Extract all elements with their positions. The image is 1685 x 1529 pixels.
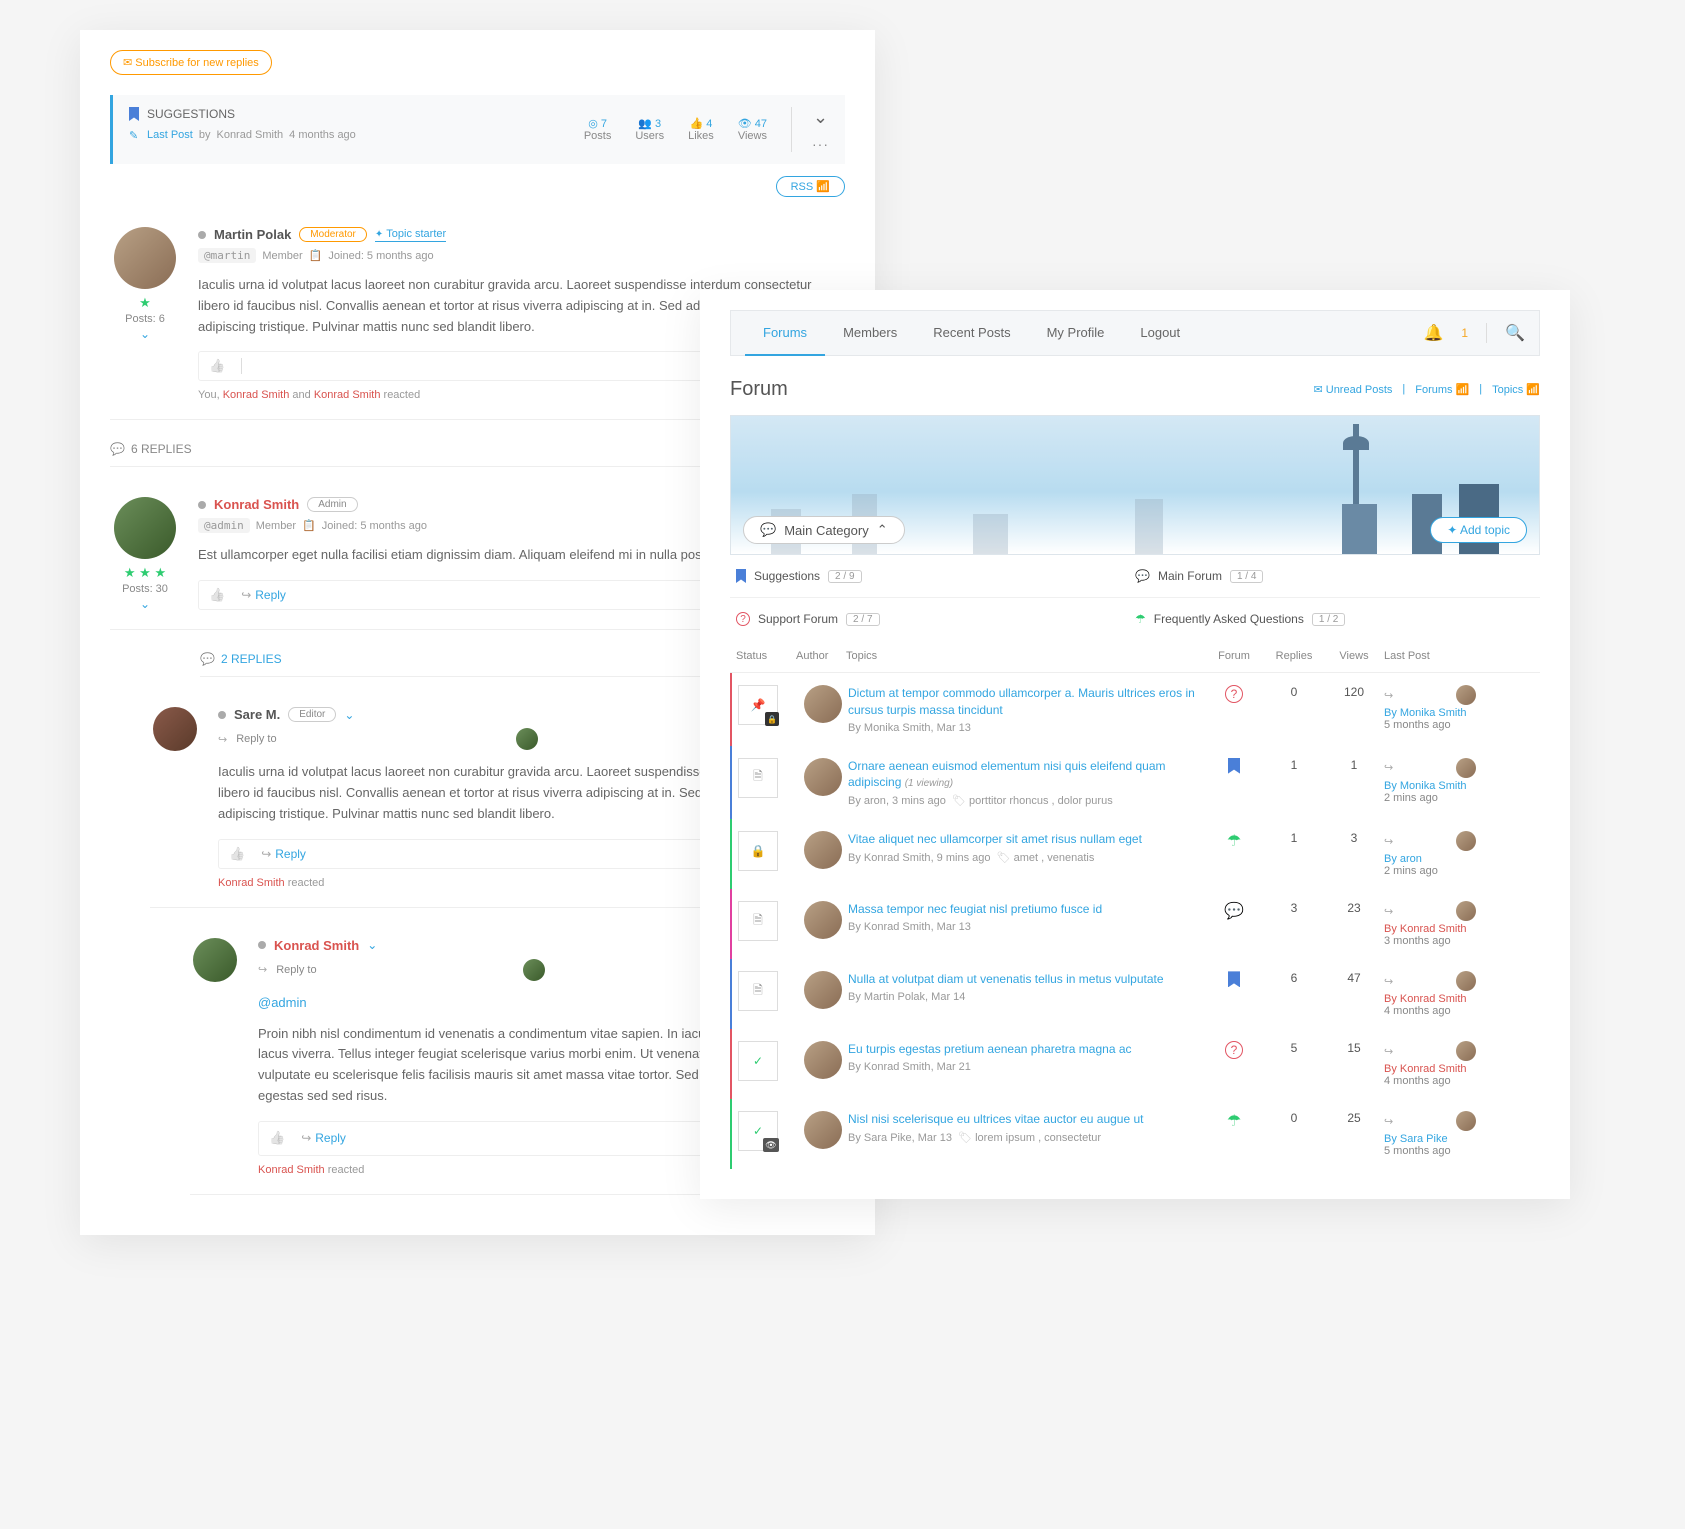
avatar[interactable] bbox=[114, 227, 176, 289]
page-title: Forum bbox=[730, 378, 788, 401]
author-name[interactable]: Martin Polak bbox=[214, 227, 291, 242]
topic-link[interactable]: Nulla at volutpat diam ut venenatis tell… bbox=[848, 971, 1204, 988]
forum-icon[interactable]: ? bbox=[1204, 685, 1264, 703]
topic-header: SUGGESTIONS Last Post by Konrad Smith 4 … bbox=[110, 95, 845, 164]
status-icon: ✓👁 bbox=[738, 1111, 778, 1151]
nav-tab-forums[interactable]: Forums bbox=[745, 311, 825, 356]
avatar[interactable] bbox=[804, 1041, 842, 1079]
status-icon: 📌🔒 bbox=[738, 685, 778, 725]
category-banner: 💬 Main Category ⌃ ✦ Add topic bbox=[730, 415, 1540, 555]
topic-row[interactable]: ✓ Eu turpis egestas pretium aenean pharet… bbox=[730, 1029, 1540, 1099]
rss-button[interactable]: RSS 📶 bbox=[776, 176, 845, 197]
status-icon: ✓ bbox=[738, 1041, 778, 1081]
forum-icon[interactable] bbox=[1204, 758, 1264, 777]
nav-bar: ForumsMembersRecent PostsMy ProfileLogou… bbox=[730, 310, 1540, 356]
forum-icon[interactable] bbox=[1204, 971, 1264, 990]
avatar[interactable] bbox=[114, 497, 176, 559]
last-post[interactable]: By Sara Pike5 months ago bbox=[1384, 1111, 1534, 1157]
avatar[interactable] bbox=[804, 758, 842, 796]
nav-tab-members[interactable]: Members bbox=[825, 311, 915, 356]
status-icon: 🗎 bbox=[738, 901, 778, 941]
status-icon: 🔒 bbox=[738, 831, 778, 871]
topic-link[interactable]: Ornare aenean euismod elementum nisi qui… bbox=[848, 758, 1204, 792]
avatar[interactable] bbox=[153, 707, 197, 751]
topic-row[interactable]: 🗎 Nulla at volutpat diam ut venenatis tel… bbox=[730, 959, 1540, 1029]
bookmark-icon bbox=[129, 107, 139, 121]
topic-link[interactable]: Massa tempor nec feugiat nisl pretiumo f… bbox=[848, 901, 1204, 918]
topic-row[interactable]: 🗎 Ornare aenean euismod elementum nisi qu… bbox=[730, 746, 1540, 820]
avatar[interactable] bbox=[804, 831, 842, 869]
like-button[interactable] bbox=[269, 1130, 285, 1146]
topic-link[interactable]: Eu turpis egestas pretium aenean pharetr… bbox=[848, 1041, 1204, 1058]
like-button[interactable] bbox=[209, 587, 225, 603]
avatar[interactable] bbox=[804, 1111, 842, 1149]
topic-title: SUGGESTIONS bbox=[147, 107, 235, 121]
like-button[interactable] bbox=[229, 846, 245, 862]
status-icon: 🗎 bbox=[738, 971, 778, 1011]
avatar[interactable] bbox=[193, 938, 237, 982]
reply-button[interactable]: Reply bbox=[261, 847, 306, 861]
topics-table-header: Status Author Topics Forum Replies Views… bbox=[730, 640, 1540, 673]
nav-tab-my-profile[interactable]: My Profile bbox=[1029, 311, 1123, 356]
category-link[interactable]: ? Support Forum 2 / 7 bbox=[736, 612, 1135, 626]
subscribe-button[interactable]: ✉ Subscribe for new replies bbox=[110, 50, 272, 75]
forum-icon[interactable]: ☂ bbox=[1204, 831, 1264, 851]
reply-button[interactable]: Reply bbox=[241, 588, 286, 602]
topic-link[interactable]: Vitae aliquet nec ullamcorper sit amet r… bbox=[848, 831, 1204, 848]
avatar[interactable] bbox=[804, 971, 842, 1009]
category-link[interactable]: Suggestions 2 / 9 bbox=[736, 569, 1135, 583]
nav-tab-logout[interactable]: Logout bbox=[1122, 311, 1198, 356]
category-selector[interactable]: 💬 Main Category ⌃ bbox=[743, 516, 905, 544]
category-link[interactable]: ☂ Frequently Asked Questions 1 / 2 bbox=[1135, 612, 1534, 626]
like-button[interactable] bbox=[209, 358, 225, 374]
topic-link[interactable]: Dictum at tempor commodo ullamcorper a. … bbox=[848, 685, 1204, 719]
status-icon: 🗎 bbox=[738, 758, 778, 798]
topic-row[interactable]: ✓👁 Nisl nisi scelerisque eu ultrices vita… bbox=[730, 1099, 1540, 1169]
avatar[interactable] bbox=[804, 685, 842, 723]
last-post[interactable]: By Monika Smith5 months ago bbox=[1384, 685, 1534, 731]
topic-stats: ◎ 7Posts 👥 3Users 👍 4Likes 👁 47Views bbox=[584, 107, 829, 152]
author-name[interactable]: Konrad Smith bbox=[214, 497, 299, 512]
notification-bell-icon[interactable]: 🔔 bbox=[1423, 323, 1443, 343]
last-post[interactable]: By aron2 mins ago bbox=[1384, 831, 1534, 877]
topic-link[interactable]: Nisl nisi scelerisque eu ultrices vitae … bbox=[848, 1111, 1204, 1128]
chevron-down-icon[interactable]: ⌄ bbox=[110, 327, 180, 341]
last-post[interactable]: By Konrad Smith3 months ago bbox=[1384, 901, 1534, 947]
category-link[interactable]: 💬 Main Forum 1 / 4 bbox=[1135, 569, 1534, 583]
last-post[interactable]: By Konrad Smith4 months ago bbox=[1384, 1041, 1534, 1087]
forum-icon[interactable]: ? bbox=[1204, 1041, 1264, 1059]
topic-starter-badge: Topic starter bbox=[375, 228, 446, 242]
last-post[interactable]: By Monika Smith2 mins ago bbox=[1384, 758, 1534, 804]
topic-row[interactable]: 🔒 Vitae aliquet nec ullamcorper sit amet … bbox=[730, 819, 1540, 889]
role-badge: Admin bbox=[307, 497, 357, 512]
status-dot bbox=[198, 231, 206, 239]
header-links: ✉ Unread Posts | Forums 📶 | Topics 📶 bbox=[1314, 383, 1540, 396]
role-badge: Moderator bbox=[299, 227, 367, 242]
topic-row[interactable]: 🗎 Massa tempor nec feugiat nisl pretiumo … bbox=[730, 889, 1540, 959]
forum-icon[interactable]: 💬 bbox=[1204, 901, 1264, 921]
forum-icon[interactable]: ☂ bbox=[1204, 1111, 1264, 1131]
forum-panel: ForumsMembersRecent PostsMy ProfileLogou… bbox=[700, 290, 1570, 1199]
nav-tab-recent-posts[interactable]: Recent Posts bbox=[915, 311, 1028, 356]
last-post-author[interactable]: Konrad Smith bbox=[216, 129, 283, 141]
last-post[interactable]: By Konrad Smith4 months ago bbox=[1384, 971, 1534, 1017]
pencil-icon bbox=[129, 129, 141, 141]
expand-icon[interactable] bbox=[813, 107, 828, 128]
avatar[interactable] bbox=[804, 901, 842, 939]
last-post-label[interactable]: Last Post bbox=[147, 129, 193, 141]
topic-row[interactable]: 📌🔒 Dictum at tempor commodo ullamcorper a… bbox=[730, 673, 1540, 746]
chat-icon bbox=[110, 442, 125, 456]
add-topic-button[interactable]: ✦ Add topic bbox=[1430, 517, 1527, 543]
rating-stars: ★ bbox=[110, 295, 180, 311]
more-icon[interactable] bbox=[812, 136, 829, 152]
reply-button[interactable]: Reply bbox=[301, 1131, 346, 1145]
search-icon[interactable]: 🔍 bbox=[1505, 323, 1525, 343]
